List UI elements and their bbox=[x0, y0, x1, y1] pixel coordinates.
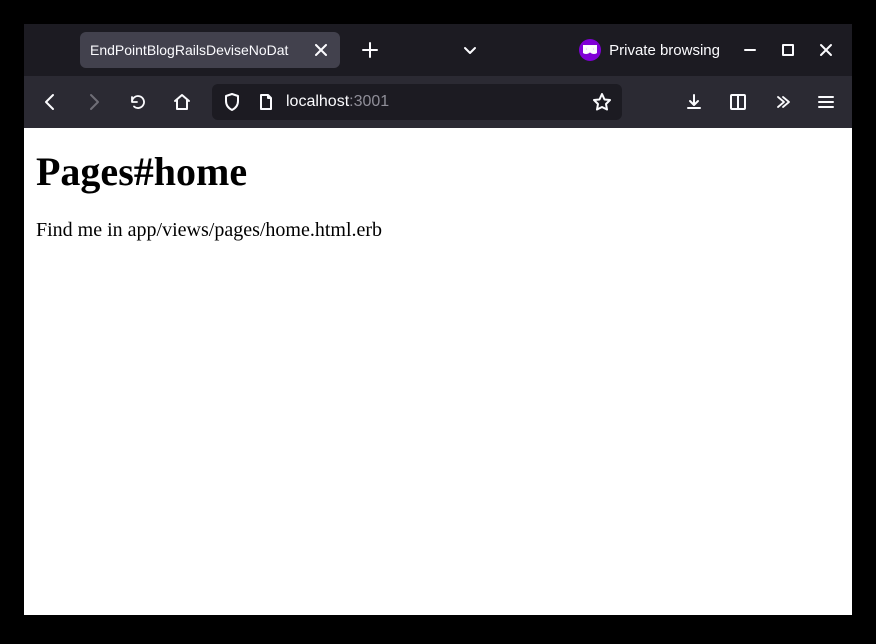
bookmark-button[interactable] bbox=[588, 88, 616, 116]
tab-bar: EndPointBlogRailsDeviseNoDat Private bro… bbox=[24, 24, 852, 76]
url-domain: localhost bbox=[286, 93, 349, 111]
menu-button[interactable] bbox=[808, 84, 844, 120]
page-icon bbox=[252, 88, 280, 116]
new-tab-button[interactable] bbox=[352, 32, 388, 68]
reload-button[interactable] bbox=[120, 84, 156, 120]
reader-view-button[interactable] bbox=[720, 84, 756, 120]
home-button[interactable] bbox=[164, 84, 200, 120]
mask-icon bbox=[579, 39, 601, 61]
page-heading: Pages#home bbox=[36, 148, 840, 195]
browser-window: EndPointBlogRailsDeviseNoDat Private bro… bbox=[24, 24, 852, 615]
tab-title: EndPointBlogRailsDeviseNoDat bbox=[90, 42, 304, 58]
address-bar[interactable]: localhost:3001 bbox=[212, 84, 622, 120]
navigation-bar: localhost:3001 bbox=[24, 76, 852, 128]
url-port: :3001 bbox=[349, 93, 389, 111]
maximize-button[interactable] bbox=[770, 32, 806, 68]
minimize-button[interactable] bbox=[732, 32, 768, 68]
page-body-text: Find me in app/views/pages/home.html.erb bbox=[36, 219, 840, 242]
private-browsing-indicator: Private browsing bbox=[579, 39, 720, 61]
browser-tab[interactable]: EndPointBlogRailsDeviseNoDat bbox=[80, 32, 340, 68]
back-button[interactable] bbox=[32, 84, 68, 120]
forward-button[interactable] bbox=[76, 84, 112, 120]
close-tab-button[interactable] bbox=[312, 41, 330, 59]
overflow-button[interactable] bbox=[764, 84, 800, 120]
shield-icon[interactable] bbox=[218, 88, 246, 116]
url-text[interactable]: localhost:3001 bbox=[286, 93, 582, 111]
downloads-button[interactable] bbox=[676, 84, 712, 120]
page-content: Pages#home Find me in app/views/pages/ho… bbox=[24, 128, 852, 615]
private-browsing-label: Private browsing bbox=[609, 42, 720, 59]
window-controls bbox=[732, 32, 844, 68]
close-window-button[interactable] bbox=[808, 32, 844, 68]
tabs-dropdown-button[interactable] bbox=[452, 32, 488, 68]
